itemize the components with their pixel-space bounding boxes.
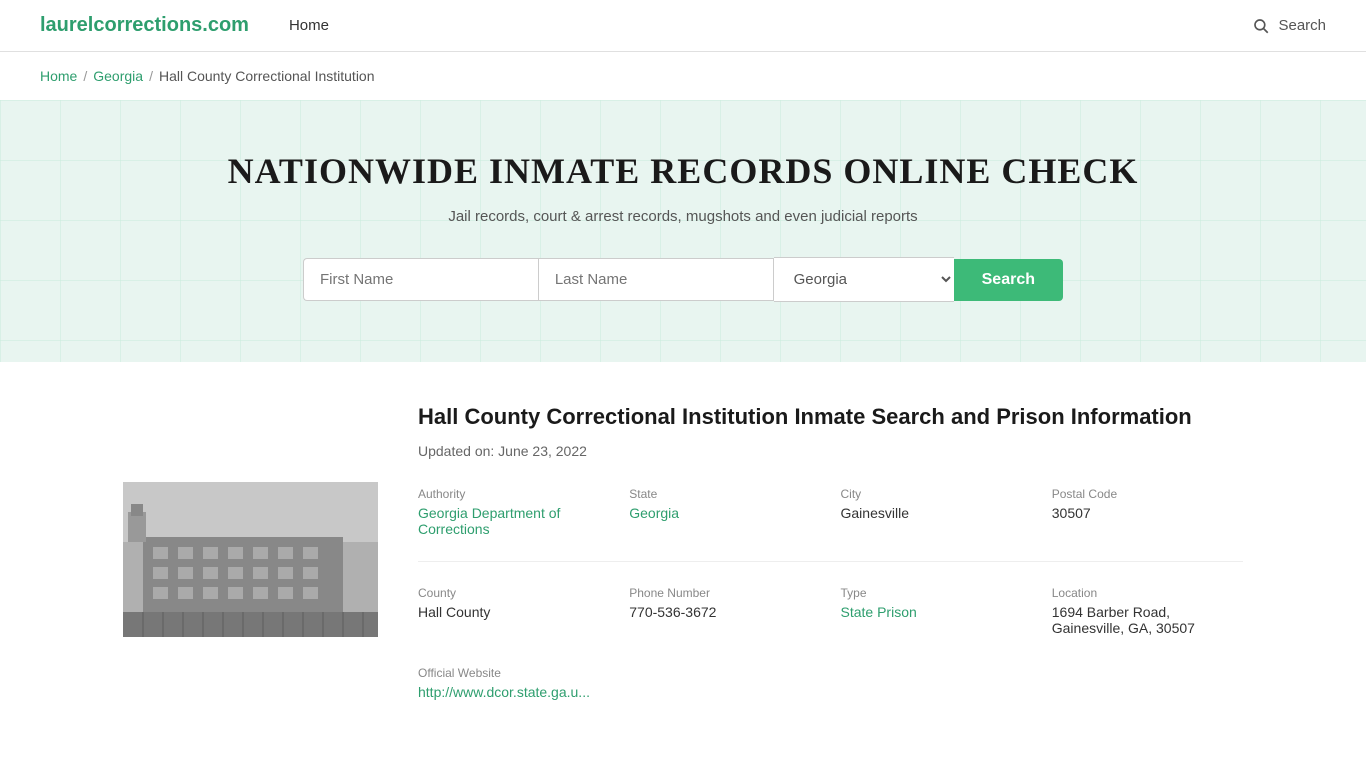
city-label: City (841, 487, 1032, 501)
hero-banner: NATIONWIDE INMATE RECORDS ONLINE CHECK J… (0, 100, 1366, 362)
location-value: 1694 Barber Road, Gainesville, GA, 30507 (1052, 604, 1195, 636)
updated-date: Updated on: June 23, 2022 (418, 443, 1243, 459)
main-content: Hall County Correctional Institution Inm… (83, 362, 1283, 740)
authority-label: Authority (418, 487, 609, 501)
breadcrumb-current: Hall County Correctional Institution (159, 68, 375, 84)
breadcrumb-state[interactable]: Georgia (93, 68, 143, 84)
nav-home-link[interactable]: Home (289, 17, 329, 34)
postal-code-label: Postal Code (1052, 487, 1243, 501)
breadcrumb-separator-2: / (149, 68, 153, 84)
phone-value: 770-536-3672 (629, 604, 716, 620)
state-select[interactable]: Georgia (774, 257, 954, 302)
state-cell: State Georgia (629, 487, 820, 537)
search-button[interactable]: Search (954, 259, 1063, 301)
location-label: Location (1052, 586, 1243, 600)
county-value: Hall County (418, 604, 490, 620)
phone-label: Phone Number (629, 586, 820, 600)
county-label: County (418, 586, 609, 600)
facility-title: Hall County Correctional Institution Inm… (418, 402, 1243, 433)
facility-image-svg (123, 482, 378, 637)
phone-cell: Phone Number 770-536-3672 (629, 586, 820, 636)
city-cell: City Gainesville (841, 487, 1032, 537)
official-website-label: Official Website (418, 666, 1243, 680)
postal-code-cell: Postal Code 30507 (1052, 487, 1243, 537)
authority-cell: Authority Georgia Department of Correcti… (418, 487, 609, 537)
header-search-button[interactable]: Search (1252, 17, 1326, 35)
type-label: Type (841, 586, 1032, 600)
official-website-link[interactable]: http://www.dcor.state.ga.u... (418, 684, 590, 700)
postal-code-value: 30507 (1052, 505, 1091, 521)
site-logo[interactable]: laurelcorrections.com (40, 14, 249, 37)
type-value[interactable]: State Prison (841, 604, 917, 620)
header-left: laurelcorrections.com Home (40, 14, 329, 37)
breadcrumb: Home / Georgia / Hall County Correctiona… (0, 52, 1366, 100)
search-icon (1252, 17, 1270, 35)
authority-value[interactable]: Georgia Department of Corrections (418, 505, 560, 537)
inmate-search-form: Georgia Search (303, 257, 1063, 302)
header-search-label: Search (1278, 17, 1326, 34)
hero-title: NATIONWIDE INMATE RECORDS ONLINE CHECK (40, 150, 1326, 192)
breadcrumb-home[interactable]: Home (40, 68, 77, 84)
facility-image (123, 482, 378, 637)
last-name-input[interactable] (538, 258, 774, 301)
first-name-input[interactable] (303, 258, 538, 301)
location-cell: Location 1694 Barber Road, Gainesville, … (1052, 586, 1243, 636)
grid-divider (418, 561, 1243, 562)
facility-details-grid: Authority Georgia Department of Correcti… (418, 487, 1243, 700)
breadcrumb-separator-1: / (83, 68, 87, 84)
city-value: Gainesville (841, 505, 909, 521)
state-value[interactable]: Georgia (629, 505, 679, 521)
hero-subtitle: Jail records, court & arrest records, mu… (40, 208, 1326, 225)
type-cell: Type State Prison (841, 586, 1032, 636)
site-header: laurelcorrections.com Home Search (0, 0, 1366, 52)
state-label: State (629, 487, 820, 501)
facility-info: Hall County Correctional Institution Inm… (418, 402, 1243, 700)
official-website-cell: Official Website http://www.dcor.state.g… (418, 666, 1243, 700)
county-cell: County Hall County (418, 586, 609, 636)
